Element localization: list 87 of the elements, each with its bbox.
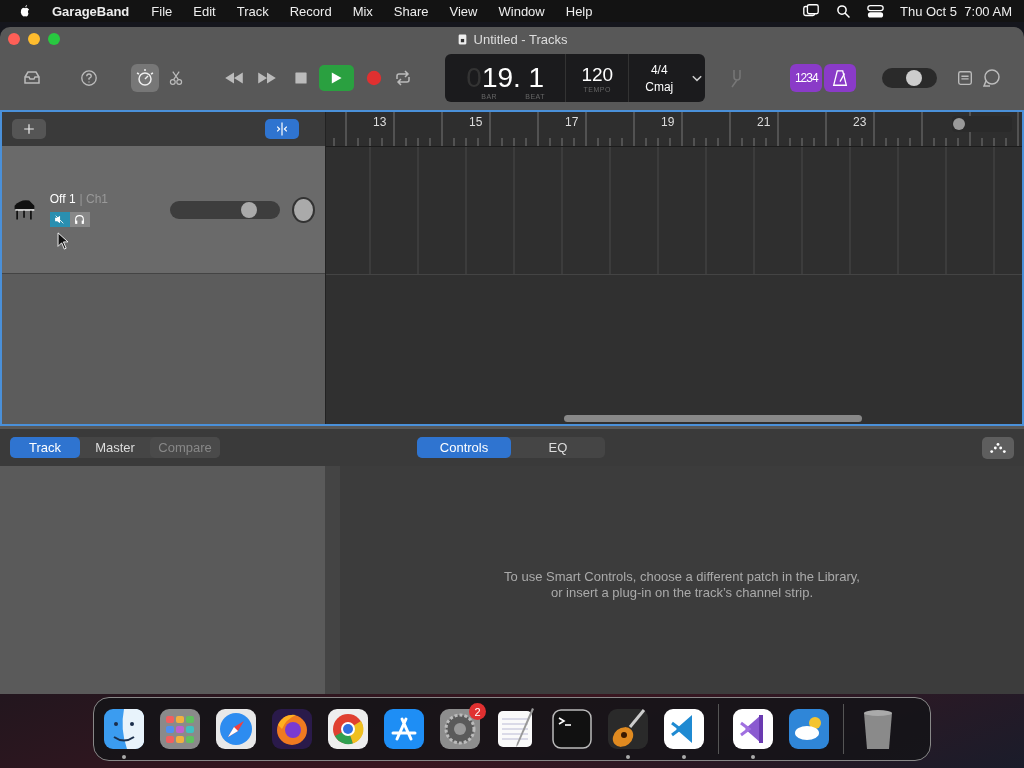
dock-app[interactable] bbox=[382, 707, 426, 751]
chrome-icon bbox=[326, 707, 370, 751]
document-icon bbox=[456, 33, 468, 45]
master-volume-slider[interactable] bbox=[881, 68, 937, 88]
add-track-button[interactable] bbox=[12, 119, 46, 139]
bar-number: 23 bbox=[853, 115, 867, 129]
gear-icon bbox=[438, 707, 482, 751]
key-signature: Cmaj bbox=[645, 79, 674, 94]
notepad-icon bbox=[955, 69, 974, 87]
play-button[interactable] bbox=[318, 65, 355, 91]
window-title: Untitled - Tracks bbox=[473, 31, 568, 47]
menu-item[interactable]: File bbox=[151, 3, 173, 19]
metronome-icon bbox=[831, 69, 850, 87]
zoom-button[interactable] bbox=[48, 33, 60, 45]
bar-number: 21 bbox=[757, 115, 771, 129]
menu-item[interactable]: Help bbox=[565, 3, 593, 19]
stop-icon bbox=[293, 71, 308, 85]
notification-badge: 2 bbox=[469, 703, 486, 720]
menu-item[interactable]: Record bbox=[289, 3, 332, 19]
bar-number: 13 bbox=[373, 115, 387, 129]
menu-item[interactable]: Mix bbox=[352, 3, 373, 19]
time-signature: 4/4 bbox=[650, 62, 668, 77]
studio-icon bbox=[731, 707, 775, 751]
tempo-value: 120 bbox=[581, 63, 614, 86]
app-store-icon bbox=[382, 707, 426, 751]
track-name[interactable]: Off 1 bbox=[49, 192, 76, 206]
app-name-menu[interactable]: GarageBand bbox=[52, 3, 130, 19]
search-icon bbox=[836, 3, 851, 19]
dock-app[interactable] bbox=[550, 707, 594, 751]
menu-item[interactable]: View bbox=[449, 3, 478, 19]
count-in-button[interactable]: 1234 bbox=[790, 64, 823, 92]
pan-knob[interactable] bbox=[292, 196, 315, 223]
guitar-icon bbox=[606, 707, 650, 751]
playhead-icon bbox=[274, 121, 290, 137]
panel-tab[interactable]: Master bbox=[80, 437, 150, 458]
menu-clock[interactable]: Thu Oct 5 7:00 AM bbox=[900, 3, 1012, 19]
help-icon bbox=[80, 69, 99, 87]
menu-item[interactable]: Window bbox=[498, 3, 545, 19]
panel-tab[interactable]: Controls bbox=[417, 437, 511, 458]
metronome-button[interactable] bbox=[824, 64, 856, 92]
menu-item[interactable]: Edit bbox=[193, 3, 216, 19]
compass-icon bbox=[214, 707, 258, 751]
terminal-icon bbox=[550, 707, 594, 751]
dock-app[interactable] bbox=[270, 707, 314, 751]
dock-app[interactable] bbox=[158, 707, 202, 751]
loop-icon bbox=[982, 68, 1003, 88]
dock-app[interactable] bbox=[787, 707, 831, 751]
panel-tab[interactable]: EQ bbox=[511, 437, 605, 458]
plus-icon bbox=[23, 123, 35, 135]
volume-thumb[interactable] bbox=[905, 70, 922, 86]
muted-speaker-icon bbox=[54, 214, 66, 225]
finder-icon bbox=[102, 707, 146, 751]
dock-app[interactable]: 2 bbox=[438, 707, 482, 751]
code-editor-icon bbox=[662, 707, 706, 751]
headphones-icon bbox=[74, 214, 86, 225]
catch-playhead-button[interactable] bbox=[265, 119, 299, 139]
volume-thumb[interactable] bbox=[241, 201, 258, 218]
tuning-fork-icon bbox=[730, 68, 743, 88]
mute-button[interactable] bbox=[49, 212, 70, 227]
options-button[interactable] bbox=[982, 436, 1014, 459]
dock-app[interactable] bbox=[326, 707, 370, 751]
record-icon bbox=[365, 70, 382, 86]
zoom-slider[interactable] bbox=[952, 116, 1012, 132]
bar-number: 15 bbox=[469, 115, 483, 129]
control-center-icon bbox=[867, 2, 884, 20]
minimize-button[interactable] bbox=[28, 33, 40, 45]
weather-icon bbox=[787, 707, 831, 751]
bar-number: 19 bbox=[661, 115, 675, 129]
empty-message: To use Smart Controls, choose a different patch in the Library, or insert a plug-in on the track’s channel strip. bbox=[504, 569, 860, 601]
scissors-icon bbox=[168, 70, 185, 86]
position-display: 19. 1 bbox=[481, 63, 545, 93]
play-icon bbox=[329, 71, 344, 85]
zoom-thumb[interactable] bbox=[953, 118, 966, 130]
smart-controls-button[interactable] bbox=[131, 64, 159, 92]
dial-icon bbox=[134, 68, 155, 88]
menu-item[interactable]: Track bbox=[236, 3, 269, 19]
pointer-icon bbox=[57, 232, 69, 250]
horizontal-scrollbar[interactable] bbox=[564, 415, 862, 422]
timeline-ruler[interactable]: 13 15 17 19 21 23 bbox=[326, 112, 1022, 147]
panel-tab[interactable]: Track bbox=[10, 437, 80, 458]
fox-globe-icon bbox=[270, 707, 314, 751]
menu-item[interactable]: Share bbox=[393, 3, 429, 19]
bar-number: 17 bbox=[565, 115, 579, 129]
volume-slider[interactable] bbox=[170, 200, 281, 219]
apple-icon bbox=[18, 4, 32, 18]
dock-app[interactable] bbox=[214, 707, 258, 751]
app-grid-icon bbox=[158, 707, 202, 751]
